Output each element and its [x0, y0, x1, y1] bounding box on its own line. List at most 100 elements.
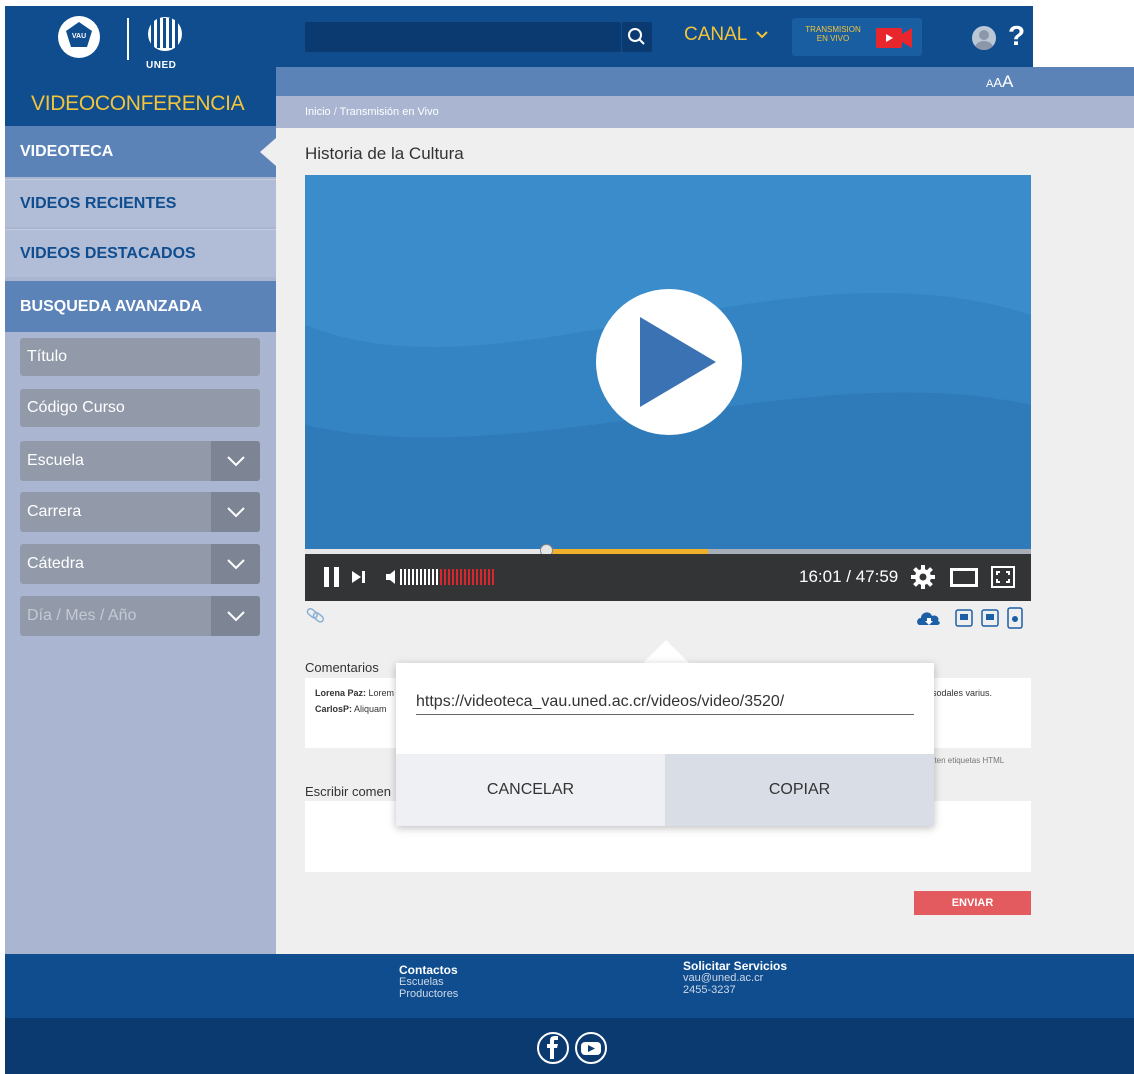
- breadcrumb: Inicio / Transmisión en Vivo: [305, 106, 439, 118]
- font-size-small[interactable]: A: [986, 78, 993, 90]
- sidebar-item-label: VIDEOTECA: [20, 142, 114, 160]
- send-button[interactable]: ENVIAR: [914, 891, 1031, 915]
- footer-email[interactable]: vau@uned.ac.cr: [683, 972, 787, 984]
- help-button[interactable]: ?: [1008, 20, 1025, 52]
- download-options: [916, 606, 1036, 630]
- sidebar-item-busqueda-avanzada[interactable]: BUSQUEDA AVANZADA: [5, 281, 276, 332]
- volume-icon[interactable]: [386, 567, 501, 587]
- font-size-large[interactable]: A: [1002, 72, 1013, 92]
- video-camera-icon: [876, 28, 912, 48]
- play-button[interactable]: [596, 289, 742, 435]
- volume-level-bar: [444, 569, 446, 585]
- share-url-field[interactable]: [416, 689, 914, 715]
- fullscreen-icon[interactable]: [991, 566, 1015, 588]
- font-size-medium[interactable]: A: [993, 75, 1002, 90]
- comment-item: Lorena Paz: Lorem: [315, 688, 394, 698]
- sidebar-item-videos-recientes[interactable]: VIDEOS RECIENTES: [5, 179, 276, 227]
- cancel-button[interactable]: CANCELAR: [396, 754, 665, 826]
- volume-level-bar: [484, 569, 486, 585]
- search-icon: [628, 28, 645, 45]
- logo-divider: [127, 18, 129, 60]
- search-input[interactable]: [305, 22, 621, 52]
- volume-level-bar: [476, 569, 478, 585]
- volume-level-bar: [424, 569, 426, 585]
- breadcrumb-home[interactable]: Inicio: [305, 106, 331, 118]
- theater-mode-icon[interactable]: [950, 567, 978, 588]
- sidebar-item-videoteca[interactable]: VIDEOTECA: [5, 126, 276, 177]
- footer-link-productores[interactable]: Productores: [399, 988, 458, 1000]
- chevron-down-icon: [211, 441, 260, 481]
- sidebar-item-videos-destacados[interactable]: VIDEOS DESTACADOS: [5, 229, 276, 277]
- live-stream-label: TRANSMISION EN VIVO: [805, 25, 861, 43]
- comment-item: CarlosP: Aliquam: [315, 704, 387, 714]
- breadcrumb-current: Transmisión en Vivo: [339, 106, 439, 118]
- volume-level-bar: [472, 569, 474, 585]
- live-stream-button[interactable]: TRANSMISION EN VIVO: [792, 18, 922, 56]
- volume-level-bar: [464, 569, 466, 585]
- footer-phone: 2455-3237: [683, 984, 736, 996]
- volume-level-bar: [492, 569, 494, 585]
- footer: Contactos Escuelas Productores Solicitar…: [5, 954, 1134, 1018]
- audio-file-icon[interactable]: [1007, 607, 1023, 629]
- footer-contactos: Contactos Escuelas Productores: [399, 964, 458, 1000]
- active-indicator: [260, 138, 276, 166]
- search-button[interactable]: [622, 22, 652, 52]
- gear-icon[interactable]: [911, 565, 935, 589]
- chevron-down-icon: [756, 31, 768, 39]
- sidebar-item-label: VIDEOS DESTACADOS: [20, 244, 196, 262]
- canal-dropdown[interactable]: CANAL: [684, 24, 769, 46]
- volume-level-bar: [436, 569, 438, 585]
- footer-contactos-heading: Contactos: [399, 963, 458, 977]
- volume-level-bar: [412, 569, 414, 585]
- volume-level-bar: [404, 569, 406, 585]
- write-comment-label: Escribir comen: [305, 784, 391, 799]
- copy-button[interactable]: COPIAR: [665, 754, 934, 826]
- comments-label: Comentarios: [305, 660, 379, 675]
- main-content: Historia de la Cultura 16:01 / 47:59 Com…: [276, 128, 1134, 954]
- footer-servicios-heading: Solicitar Servicios: [683, 959, 788, 973]
- header-right-gap: [1033, 6, 1134, 67]
- carrera-select[interactable]: Carrera: [20, 492, 260, 532]
- comment-author: Lorena Paz:: [315, 688, 367, 698]
- vau-logo: VAU: [58, 16, 100, 58]
- volume-level-bar: [416, 569, 418, 585]
- canal-label: CANAL: [684, 24, 747, 45]
- pdf-file-icon[interactable]: [981, 609, 999, 627]
- titulo-field[interactable]: Título: [20, 338, 260, 376]
- facebook-icon[interactable]: [537, 1032, 569, 1064]
- sidebar-item-label: VIDEOS RECIENTES: [20, 194, 177, 212]
- fecha-select[interactable]: Día / Mes / Año: [20, 596, 260, 636]
- volume-level-bar: [456, 569, 458, 585]
- footer-link-escuelas[interactable]: Escuelas: [399, 976, 458, 988]
- volume-level-bar: [468, 569, 470, 585]
- youtube-icon[interactable]: [575, 1032, 607, 1064]
- font-size-control[interactable]: AAA: [986, 72, 1013, 92]
- comment-text-tail: sodales varius.: [932, 688, 993, 698]
- video-title: Historia de la Cultura: [305, 144, 464, 163]
- volume-level-bar: [428, 569, 430, 585]
- share-dialog: CANCELAR COPIAR: [396, 663, 934, 826]
- volume-level-bar: [432, 569, 434, 585]
- fecha-select-label: Día / Mes / Año: [27, 607, 137, 624]
- volume-level-bar: [448, 569, 450, 585]
- catedra-select[interactable]: Cátedra: [20, 544, 260, 584]
- video-player[interactable]: 16:01 / 47:59: [305, 175, 1031, 601]
- site-title: VIDEOCONFERENCIA: [31, 92, 245, 115]
- ppt-file-icon[interactable]: [955, 609, 973, 627]
- breadcrumb-bar: Inicio / Transmisión en Vivo: [276, 96, 1134, 128]
- sidebar: VIDEOTECA VIDEOS RECIENTES VIDEOS DESTAC…: [5, 126, 276, 954]
- play-icon: [640, 317, 716, 407]
- volume-level-bar: [408, 569, 410, 585]
- link-icon[interactable]: [305, 606, 327, 624]
- cloud-download-icon[interactable]: [917, 612, 940, 625]
- player-controls: 16:01 / 47:59: [305, 554, 1031, 601]
- chevron-down-icon: [211, 596, 260, 636]
- codigo-curso-field[interactable]: Código Curso: [20, 389, 260, 427]
- skip-next-icon[interactable]: [352, 570, 366, 584]
- escuela-select[interactable]: Escuela: [20, 441, 260, 481]
- pause-icon[interactable]: [324, 567, 340, 587]
- share-dialog-arrow: [642, 640, 690, 664]
- user-avatar[interactable]: [972, 26, 996, 50]
- accessibility-bar: AAA: [276, 67, 1134, 96]
- logo-block[interactable]: VAU UNED VIDEOCONFERENCIA: [5, 6, 276, 126]
